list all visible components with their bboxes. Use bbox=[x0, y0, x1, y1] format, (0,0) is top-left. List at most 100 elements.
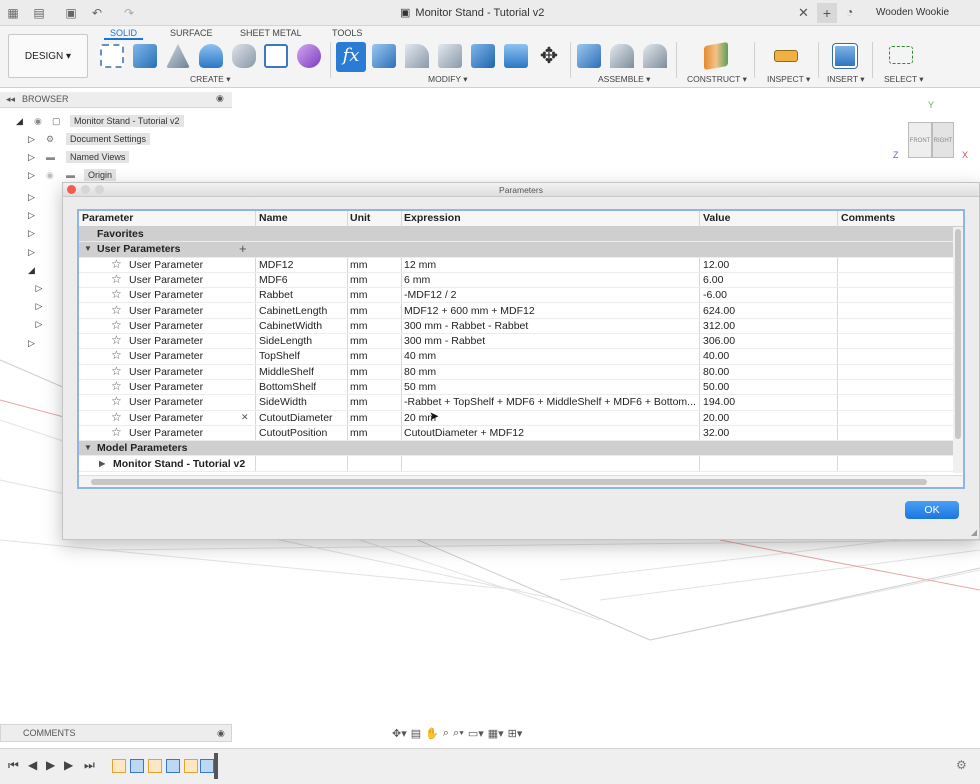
construct-menu[interactable]: CONSTRUCT ▾ bbox=[687, 74, 747, 85]
undo-icon[interactable]: ↶ bbox=[86, 2, 108, 24]
press-pull-icon[interactable] bbox=[372, 44, 396, 68]
offset-plane-icon[interactable] bbox=[704, 41, 728, 71]
parameter-name[interactable]: SideWidth bbox=[259, 396, 307, 408]
go-to-end-icon[interactable]: ⏭ bbox=[84, 758, 95, 773]
select-menu[interactable]: SELECT ▾ bbox=[884, 74, 924, 85]
parameter-name[interactable]: MDF12 bbox=[259, 259, 293, 271]
favorite-star-icon[interactable]: ☆ bbox=[111, 303, 122, 317]
favorite-star-icon[interactable]: ☆ bbox=[111, 425, 122, 439]
parameter-unit[interactable]: mm bbox=[350, 289, 368, 301]
tab-surface[interactable]: SURFACE bbox=[170, 28, 213, 38]
timeline-feature[interactable] bbox=[200, 759, 214, 773]
favorite-star-icon[interactable]: ☆ bbox=[111, 364, 122, 378]
play-icon[interactable]: ▶ bbox=[46, 758, 55, 772]
table-row[interactable]: ☆ User Parameter CabinetLength mm MDF12 + 60… bbox=[79, 303, 955, 319]
display-settings-icon[interactable]: ▭▾ bbox=[468, 727, 484, 740]
column-header-parameter[interactable]: Parameter bbox=[82, 212, 133, 224]
parameter-name[interactable]: TopShelf bbox=[259, 350, 300, 362]
parameter-unit[interactable]: mm bbox=[350, 274, 368, 286]
parameter-unit[interactable]: mm bbox=[350, 412, 368, 424]
parameter-name[interactable]: MDF6 bbox=[259, 274, 288, 286]
favorite-star-icon[interactable]: ☆ bbox=[111, 287, 122, 301]
table-row[interactable]: ☆ User Parameter CutoutDiameter mm 20 mm 20.0… bbox=[79, 410, 955, 426]
app-grid-icon[interactable]: ▦ bbox=[2, 2, 24, 24]
table-row[interactable]: ☆ User Parameter MDF6 mm 6 mm 6.00 bbox=[79, 272, 955, 289]
assemble-menu[interactable]: ASSEMBLE ▾ bbox=[598, 74, 650, 85]
redo-icon[interactable]: ↷ bbox=[118, 2, 140, 24]
orbit-icon[interactable]: ✥▾ bbox=[392, 727, 407, 740]
revolve-icon[interactable] bbox=[166, 44, 190, 68]
expand-triangle-icon[interactable]: ▷ bbox=[28, 152, 35, 163]
favorite-star-icon[interactable]: ☆ bbox=[111, 272, 122, 286]
parameter-expression[interactable]: -MDF12 / 2 bbox=[404, 289, 696, 301]
parameter-expression[interactable]: 6 mm bbox=[404, 274, 696, 286]
tab-solid[interactable]: SOLID bbox=[104, 28, 144, 40]
insert-menu[interactable]: INSERT ▾ bbox=[827, 74, 865, 85]
comments-panel[interactable]: COMMENTS ◉ bbox=[0, 724, 232, 742]
parameter-unit[interactable]: mm bbox=[350, 366, 368, 378]
timeline-feature[interactable] bbox=[130, 759, 144, 773]
go-to-start-icon[interactable]: ⏮ bbox=[8, 758, 19, 773]
close-tab-icon[interactable]: ✕ bbox=[798, 5, 809, 21]
fillet-icon[interactable] bbox=[405, 44, 429, 68]
parameter-expression[interactable]: CutoutDiameter + MDF12 bbox=[404, 427, 696, 439]
file-icon[interactable]: ▤ bbox=[28, 2, 50, 24]
delete-parameter-icon[interactable]: ✕ bbox=[241, 412, 249, 423]
look-at-icon[interactable]: ▤ bbox=[411, 727, 421, 740]
modify-menu[interactable]: MODIFY ▾ bbox=[428, 74, 468, 85]
vertical-scrollbar[interactable] bbox=[953, 227, 963, 473]
viewports-icon[interactable]: ⊞▾ bbox=[508, 727, 523, 740]
form-icon[interactable] bbox=[297, 44, 321, 68]
column-header-unit[interactable]: Unit bbox=[350, 212, 370, 224]
loft-icon[interactable] bbox=[232, 44, 256, 68]
browser-header[interactable]: ◂◂ BROWSER ◉ bbox=[0, 92, 232, 108]
parameter-name[interactable]: Rabbet bbox=[259, 289, 293, 301]
zoom-icon[interactable]: ⌕▾ bbox=[453, 727, 464, 740]
model-parameters-group-row[interactable]: ▼ Model Parameters bbox=[79, 441, 955, 457]
zoom-window-icon[interactable]: ⌕ bbox=[443, 727, 449, 740]
shell-icon[interactable] bbox=[471, 44, 495, 68]
timeline-marker[interactable] bbox=[214, 753, 218, 779]
timeline-feature[interactable] bbox=[112, 759, 126, 773]
parameter-unit[interactable]: mm bbox=[350, 335, 368, 347]
collapse-panel-icon[interactable]: ◂◂ bbox=[6, 94, 15, 105]
extrude-icon[interactable] bbox=[133, 44, 157, 68]
grid-settings-icon[interactable]: ▦▾ bbox=[488, 727, 504, 740]
inspect-menu[interactable]: INSPECT ▾ bbox=[767, 74, 810, 85]
timeline-feature[interactable] bbox=[166, 759, 180, 773]
parameter-name[interactable]: CabinetWidth bbox=[259, 320, 322, 332]
parameter-expression[interactable]: 50 mm bbox=[404, 381, 696, 393]
panel-pin-icon[interactable]: ◉ bbox=[216, 93, 224, 104]
table-row[interactable]: ☆ User Parameter SideLength mm 300 mm - Rabb… bbox=[79, 333, 955, 350]
column-header-name[interactable]: Name bbox=[259, 212, 288, 224]
parameter-name[interactable]: CutoutPosition bbox=[259, 427, 327, 439]
maximize-window-icon[interactable] bbox=[95, 185, 104, 194]
column-header-value[interactable]: Value bbox=[703, 212, 730, 224]
parameter-expression[interactable]: 40 mm bbox=[404, 350, 696, 362]
parameter-expression[interactable]: 80 mm bbox=[404, 366, 696, 378]
collapse-triangle-icon[interactable]: ▼ bbox=[84, 244, 92, 253]
pan-hand-icon[interactable]: ✋ bbox=[425, 727, 439, 740]
dialog-title-bar[interactable]: Parameters bbox=[63, 183, 979, 197]
timeline-settings-gear-icon[interactable]: ⚙ bbox=[956, 758, 967, 772]
parameter-unit[interactable]: mm bbox=[350, 427, 368, 439]
favorite-star-icon[interactable]: ☆ bbox=[111, 410, 122, 424]
column-header-comments[interactable]: Comments bbox=[841, 212, 895, 224]
parameter-name[interactable]: BottomShelf bbox=[259, 381, 316, 393]
expand-triangle-icon[interactable]: ▷ bbox=[28, 134, 35, 145]
close-window-icon[interactable] bbox=[67, 185, 76, 194]
parameter-unit[interactable]: mm bbox=[350, 305, 368, 317]
parameter-unit[interactable]: mm bbox=[350, 259, 368, 271]
table-row[interactable]: ☆ User Parameter BottomShelf mm 50 mm 50.00 bbox=[79, 379, 955, 396]
favorite-star-icon[interactable]: ☆ bbox=[111, 348, 122, 362]
favorite-star-icon[interactable]: ☆ bbox=[111, 318, 122, 332]
browser-item-root[interactable]: ◢ ◉ ▢ Monitor Stand - Tutorial v2 bbox=[0, 112, 232, 130]
save-icon[interactable]: ▣ bbox=[60, 2, 82, 24]
user-name[interactable]: Wooden Wookie bbox=[876, 7, 949, 18]
parameter-expression[interactable]: 300 mm - Rabbet bbox=[404, 335, 696, 347]
scroll-thumb[interactable] bbox=[91, 479, 927, 485]
favorites-group-row[interactable]: Favorites bbox=[79, 227, 955, 243]
panel-pin-icon[interactable]: ◉ bbox=[217, 725, 225, 741]
table-row[interactable]: ☆ User Parameter MDF12 mm 12 mm 12.00 bbox=[79, 257, 955, 273]
parameter-unit[interactable]: mm bbox=[350, 396, 368, 408]
